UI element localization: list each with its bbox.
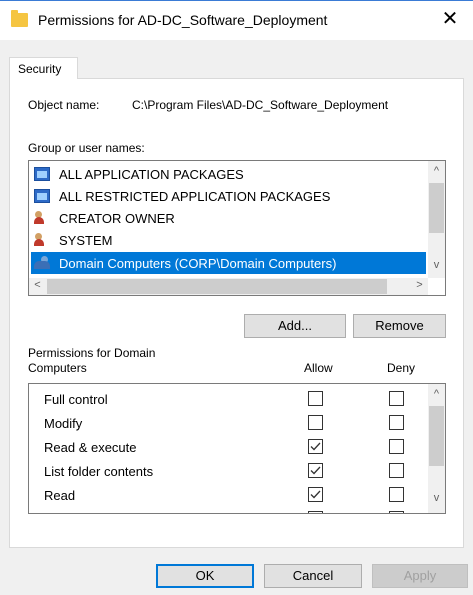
permission-name: Full control (44, 392, 108, 407)
permissions-label-line2: Computers (28, 361, 87, 375)
group-list-horizontal-scrollbar[interactable]: < > (29, 278, 428, 295)
object-name-label: Object name: (28, 98, 100, 112)
remove-button[interactable]: Remove (353, 314, 446, 338)
user-icon (34, 233, 50, 247)
list-item-domain-computers[interactable]: Domain Computers (CORP\Domain Computers) (31, 252, 426, 274)
permission-row-read: Read (29, 484, 428, 508)
group-user-list[interactable]: ALL APPLICATION PACKAGES ALL RESTRICTED … (28, 160, 446, 296)
list-item-all-application-packages[interactable]: ALL APPLICATION PACKAGES (31, 163, 426, 185)
tab-security[interactable]: Security (9, 57, 78, 79)
close-button[interactable]: ✕ (439, 8, 461, 30)
allow-checkbox[interactable] (308, 487, 323, 502)
scroll-right-icon[interactable]: > (411, 279, 428, 291)
cancel-button[interactable]: Cancel (264, 564, 362, 588)
tab-label: Security (18, 62, 62, 76)
list-item-label: ALL RESTRICTED APPLICATION PACKAGES (59, 189, 331, 204)
allow-checkbox[interactable] (308, 415, 323, 430)
list-item-label: CREATOR OWNER (59, 211, 175, 226)
group-list-label: Group or user names: (28, 141, 145, 155)
permission-name: Modify (44, 416, 83, 431)
deny-checkbox[interactable] (389, 487, 404, 502)
group-icon (34, 256, 50, 270)
permission-row-modify: Modify (29, 412, 428, 436)
allow-column-header: Allow (304, 361, 333, 375)
title-bar: Permissions for AD-DC_Software_Deploymen… (0, 0, 473, 40)
scroll-up-icon[interactable]: ^ (428, 388, 445, 400)
ok-button[interactable]: OK (156, 564, 254, 588)
package-icon (34, 167, 50, 181)
permission-row-partial (29, 508, 428, 513)
window-title: Permissions for AD-DC_Software_Deploymen… (38, 12, 328, 28)
permission-row-list-folder-contents: List folder contents (29, 460, 428, 484)
deny-checkbox[interactable] (389, 439, 404, 454)
scroll-up-icon[interactable]: ^ (428, 165, 445, 177)
scroll-down-icon[interactable]: v (428, 259, 445, 271)
permissions-list[interactable]: Full control Modify Read & execute List … (28, 383, 446, 514)
list-item-label: Domain Computers (CORP\Domain Computers) (59, 256, 337, 271)
permission-row-full-control: Full control (29, 388, 428, 412)
allow-checkbox[interactable] (308, 391, 323, 406)
permissions-vertical-scrollbar[interactable]: ^ v (428, 384, 445, 513)
permission-name: Read & execute (44, 440, 137, 455)
list-item-all-restricted-application-packages[interactable]: ALL RESTRICTED APPLICATION PACKAGES (31, 185, 426, 207)
scrollbar-thumb[interactable] (429, 183, 444, 233)
scrollbar-thumb[interactable] (47, 279, 387, 294)
scroll-left-icon[interactable]: < (29, 279, 46, 291)
scroll-down-icon[interactable]: v (428, 492, 445, 504)
deny-checkbox[interactable] (389, 463, 404, 478)
group-list-vertical-scrollbar[interactable]: ^ v (428, 161, 445, 278)
object-name-value: C:\Program Files\AD-DC_Software_Deployme… (132, 98, 389, 112)
deny-column-header: Deny (387, 361, 416, 375)
deny-checkbox[interactable] (389, 391, 404, 406)
allow-checkbox[interactable] (308, 463, 323, 478)
add-button[interactable]: Add... (244, 314, 346, 338)
deny-checkbox[interactable] (389, 415, 404, 430)
allow-checkbox[interactable] (308, 511, 323, 513)
apply-button[interactable]: Apply (372, 564, 468, 588)
list-item-label: ALL APPLICATION PACKAGES (59, 167, 244, 182)
permission-name: List folder contents (44, 464, 154, 479)
user-icon (34, 211, 50, 225)
permission-name: Read (44, 488, 76, 503)
list-item-creator-owner[interactable]: CREATOR OWNER (31, 207, 426, 229)
allow-checkbox[interactable] (308, 439, 323, 454)
scrollbar-thumb[interactable] (429, 406, 444, 466)
permission-row-read-execute: Read & execute (29, 436, 428, 460)
list-item-label: SYSTEM (59, 233, 113, 248)
package-icon (34, 189, 50, 203)
folder-icon (11, 10, 28, 27)
list-item-system[interactable]: SYSTEM (31, 229, 426, 251)
deny-checkbox[interactable] (389, 511, 404, 513)
permissions-label-line1: Permissions for Domain (28, 346, 156, 360)
